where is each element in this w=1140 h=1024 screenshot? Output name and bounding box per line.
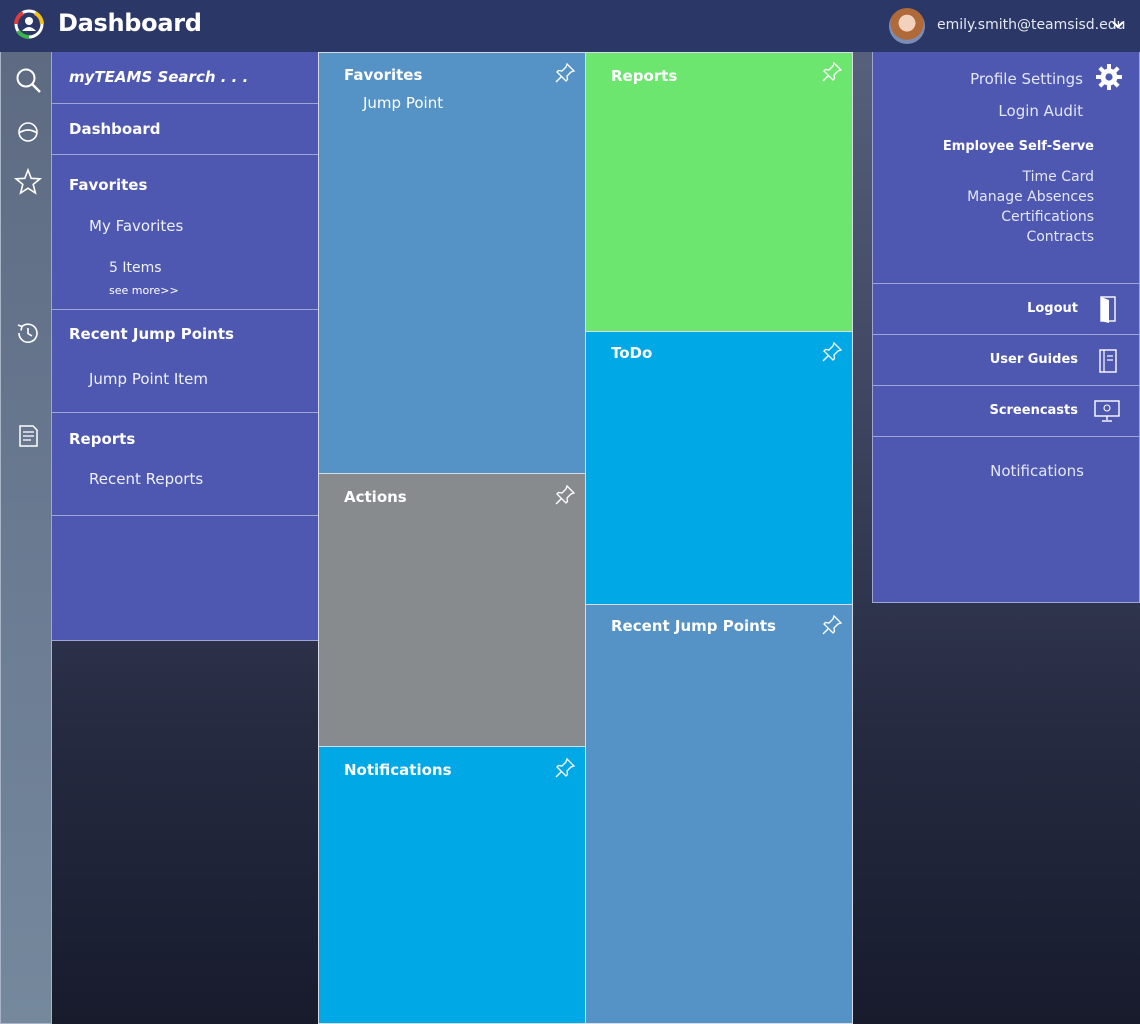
user-guides-label: User Guides [989,352,1078,367]
tile-favorites-title: Favorites [344,66,423,84]
teams-logo-icon[interactable] [11,8,47,40]
logout-label: Logout [1027,301,1078,316]
tile-todo[interactable]: ToDo [585,331,853,605]
nav-reports-heading[interactable]: Reports [52,430,135,448]
nav-my-favorites[interactable]: My Favorites [89,217,183,235]
page-title: Dashboard [58,9,202,37]
tile-recent-jump-points-title: Recent Jump Points [611,617,776,635]
pin-icon[interactable] [554,757,576,779]
gear-icon[interactable] [1095,63,1123,91]
pin-icon[interactable] [554,62,576,84]
logout-button[interactable]: Logout [872,284,1140,335]
tile-reports-title: Reports [611,67,678,85]
nav-favorites-heading[interactable]: Favorites [52,176,147,194]
tile-actions[interactable]: Actions [318,473,586,747]
nav-empty-section [51,516,319,641]
ess-time-card[interactable]: Time Card [1023,169,1094,185]
ess-manage-absences[interactable]: Manage Absences [967,189,1094,205]
nav-jump-point-item[interactable]: Jump Point Item [89,370,208,388]
tile-favorites[interactable]: Favorites Jump Point [318,52,586,474]
pin-icon[interactable] [821,341,843,363]
reports-icon[interactable] [14,422,42,450]
tile-notifications-title: Notifications [344,761,452,779]
pin-icon[interactable] [821,61,843,83]
avatar[interactable] [889,8,925,44]
menu-settings-block: Profile Settings Login Audit Employee Se… [872,52,1140,284]
search-section[interactable]: myTEAMS Search . . . [51,52,319,104]
login-audit-link[interactable]: Login Audit [998,102,1083,120]
search-input[interactable]: myTEAMS Search . . . [69,68,248,86]
nav-dashboard-label[interactable]: Dashboard [52,120,160,138]
book-icon [1099,349,1117,373]
profile-settings-link[interactable]: Profile Settings [970,70,1083,88]
nav-recent-jump-points-section: Recent Jump Points Jump Point Item [51,310,319,413]
see-more-link[interactable]: see more>> [109,284,179,297]
nav-recent-reports[interactable]: Recent Reports [89,470,203,488]
ess-certifications[interactable]: Certifications [1001,209,1094,225]
star-icon[interactable] [14,168,42,196]
nav-reports-section: Reports Recent Reports [51,413,319,516]
tile-reports[interactable]: Reports [585,52,853,332]
tile-favorites-item[interactable]: Jump Point [363,94,443,112]
nav-recent-jump-points-heading[interactable]: Recent Jump Points [52,325,234,343]
monitor-play-icon [1094,400,1120,422]
top-bar: Dashboard emily.smith@teamsisd.edu [0,0,1140,52]
pin-icon[interactable] [821,614,843,636]
user-guides-button[interactable]: User Guides [872,335,1140,386]
screencasts-button[interactable]: Screencasts [872,386,1140,437]
menu-notifications-link[interactable]: Notifications [990,462,1084,480]
door-exit-icon [1100,296,1116,323]
menu-notifications-block: Notifications [872,437,1140,603]
pin-icon[interactable] [554,484,576,506]
chevron-down-icon[interactable] [1110,17,1126,33]
screencasts-label: Screencasts [989,403,1078,418]
user-menu: Profile Settings Login Audit Employee Se… [872,52,1140,603]
search-icon[interactable] [14,66,42,94]
tile-notifications[interactable]: Notifications [318,746,586,1024]
network-icon[interactable] [14,118,42,146]
left-nav: myTEAMS Search . . . Dashboard Favorites… [51,52,319,641]
tile-recent-jump-points[interactable]: Recent Jump Points [585,604,853,1024]
tile-actions-title: Actions [344,488,407,506]
nav-favorites-section: Favorites My Favorites 5 Items see more>… [51,155,319,310]
nav-dashboard[interactable]: Dashboard [51,104,319,155]
icon-rail [0,52,52,1024]
history-icon[interactable] [14,319,42,347]
ess-contracts[interactable]: Contracts [1026,229,1094,245]
user-email[interactable]: emily.smith@teamsisd.edu [937,17,1125,33]
tile-todo-title: ToDo [611,344,653,362]
ess-heading: Employee Self-Serve [942,139,1094,154]
favorites-count: 5 Items [109,260,162,276]
